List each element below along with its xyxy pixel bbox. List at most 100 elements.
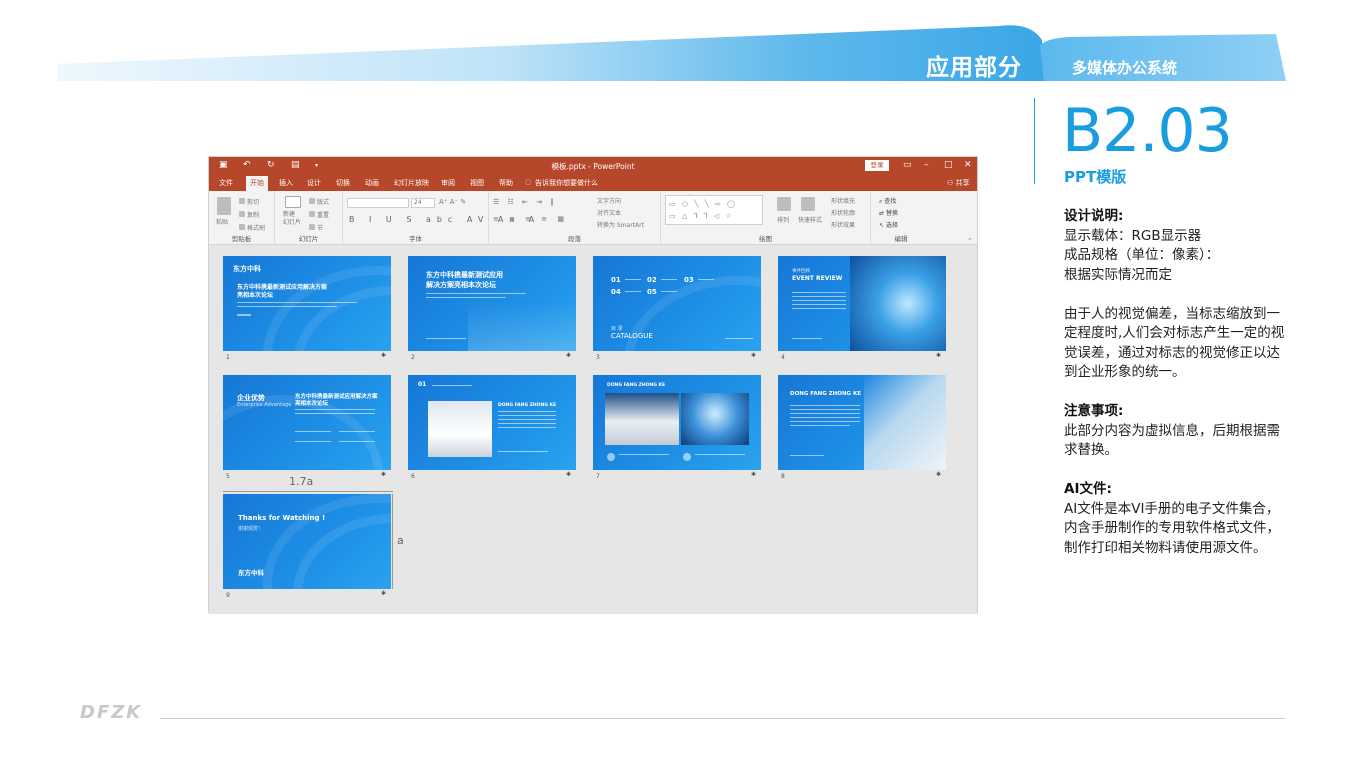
slide-thumbnail-7[interactable]: DONG FANG ZHONG KE (593, 375, 761, 470)
maximize-icon[interactable]: □ (944, 160, 953, 170)
slide-number: 1 (226, 354, 230, 361)
tab-design[interactable]: 设计 (307, 178, 321, 188)
paste-icon[interactable] (217, 197, 231, 215)
shapes-gallery[interactable]: ▭ ○ ╲ ╲ ⇨ ◯ ▭ △ ⅂ ⅂ ◁ ☆ (665, 195, 763, 225)
arrange-icon[interactable] (777, 197, 791, 211)
tab-slideshow[interactable]: 幻灯片放映 (394, 178, 429, 188)
editing-group: ⌕ 查找 ⇄ 替换 ↖ 选择 编辑 (871, 191, 931, 245)
slide-thumbnail-6[interactable]: 01 DONG FANG ZHONG KE (408, 375, 576, 470)
align-icons[interactable]: ≡ ≡ ≡ ≡ ▦ (493, 215, 568, 223)
close-icon[interactable]: ✕ (964, 160, 972, 170)
new-slide-label[interactable]: 新建 幻灯片 (283, 211, 301, 227)
slide-number: 5 (226, 473, 230, 480)
slide-thumbnail-5[interactable]: 企业优势 Enterprise Advantage 东方中科携最新测试应用解决方… (223, 375, 391, 470)
select-button[interactable]: ↖ 选择 (879, 220, 898, 229)
ai-line: AI文件是本VI手册的电子文件集合， (1064, 500, 1280, 517)
font-name-field[interactable] (347, 198, 409, 208)
attention-line: 此部分内容为虚拟信息，后期根据需 (1064, 422, 1280, 439)
ai-line: 制作打印相关物料请使用源文件。 (1064, 539, 1267, 556)
cut-label[interactable]: 剪切 (247, 197, 259, 206)
tab-transitions[interactable]: 切换 (336, 178, 350, 188)
find-label: 查找 (884, 198, 897, 205)
tab-home[interactable]: 开始 (246, 176, 268, 191)
slide-thumbnail-1[interactable]: 东方中科 东方中科携最新测试应用解决方案 亮相本次论坛 (223, 256, 391, 351)
catalogue-item: 05 (647, 288, 657, 296)
quick-styles-icon[interactable] (801, 197, 815, 211)
replace-label: 替换 (885, 210, 898, 217)
section-label[interactable]: 节 (317, 223, 323, 232)
login-button[interactable]: 登录 (865, 160, 889, 171)
smartart-label[interactable]: 转换为 SmartArt (597, 220, 644, 229)
replace-icon: ⇄ (879, 210, 886, 217)
find-button[interactable]: ⌕ 查找 (879, 196, 896, 206)
share-label: 共享 (955, 179, 970, 187)
width-dimension-line (223, 491, 393, 492)
quick-styles-label[interactable]: 快速样式 (798, 215, 822, 224)
reset-icon[interactable] (309, 211, 315, 217)
tab-review[interactable]: 审阅 (441, 178, 455, 188)
slide-title: DONG FANG ZHONG KE (790, 391, 862, 397)
minimize-icon[interactable]: – (924, 160, 929, 170)
slide-thumbnail-3[interactable]: 01 02 03 04 05 目 录 CATALOGUE (593, 256, 761, 351)
catalogue-label: 目 录 (611, 326, 623, 332)
tab-insert[interactable]: 插入 (279, 178, 293, 188)
arrange-label[interactable]: 排列 (777, 215, 789, 224)
tab-file[interactable]: 文件 (219, 178, 233, 188)
slide-title: DONG FANG ZHONG KE (498, 403, 557, 408)
slide-title: Thanks for Watching ! (238, 514, 326, 522)
grow-font-icon[interactable]: A⁺ A⁻ ✎ (439, 198, 466, 206)
notes-panel: 设计说明: 显示载体：RGB显示器 成品规格（单位：像素）： 根据实际情况而定 … (1064, 207, 1314, 558)
attention-line: 求替换。 (1064, 442, 1118, 458)
para-line: 到企业形象的统一。 (1064, 364, 1186, 380)
share-button[interactable]: ⚇ 共享 (947, 178, 970, 188)
width-dimension-label: 1.7a (289, 475, 314, 488)
text-direction-label[interactable]: 文字方向 (597, 196, 621, 205)
tech-image (681, 393, 749, 445)
copy-label[interactable]: 复制 (247, 210, 259, 219)
design-heading: 设计说明: (1064, 208, 1124, 224)
copy-icon[interactable] (239, 211, 245, 217)
slide-thumbnail-9[interactable]: Thanks for Watching ! 谢谢观赏！ 东方中科 (223, 494, 391, 589)
slide-number: 4 (781, 354, 785, 361)
catalogue-item: 01 (611, 276, 621, 284)
paste-label[interactable]: 粘贴 (216, 217, 228, 226)
slide-number: 3 (596, 354, 600, 361)
layout-icon[interactable] (309, 198, 315, 204)
slide-thumbnail-4[interactable]: 事件回顾 EVENT REVIEW (778, 256, 946, 351)
cut-icon[interactable] (239, 198, 245, 204)
para-line: 觉误差，通过对标志的视觉修正以达 (1064, 344, 1280, 361)
slide-thumbnail-8[interactable]: DONG FANG ZHONG KE (778, 375, 946, 470)
slide-title: DONG FANG ZHONG KE (607, 383, 666, 388)
slide-title: 东方中科携最新测试应用 (426, 271, 503, 279)
height-dimension-line (392, 494, 393, 589)
ribbon-options-icon[interactable]: ▭ (903, 160, 912, 170)
slide-number: 8 (781, 473, 785, 480)
section-icon[interactable] (309, 224, 315, 230)
slide-thumbnail-2[interactable]: 东方中科携最新测试应用 解决方案亮相本次论坛 (408, 256, 576, 351)
slide-kicker: 01 (418, 381, 427, 388)
list-icons[interactable]: ☰ ☷ ⇤ ⇥ ‖ (493, 198, 557, 206)
shape-fill-label[interactable]: 形状填充 (831, 196, 855, 205)
tab-help[interactable]: 帮助 (499, 178, 513, 188)
group-label: 段落 (568, 235, 581, 243)
shape-outline-label[interactable]: 形状轮廓 (831, 208, 855, 217)
replace-button[interactable]: ⇄ 替换 (879, 208, 898, 217)
slide-title-2: 解决方案亮相本次论坛 (426, 281, 496, 289)
align-text-label[interactable]: 对齐文本 (597, 208, 621, 217)
group-label: 绘图 (759, 235, 772, 243)
new-slide-icon[interactable] (285, 196, 301, 208)
lightbulb-icon: ◌ (525, 178, 532, 186)
format-painter-label[interactable]: 格式刷 (247, 223, 265, 232)
layout-label[interactable]: 版式 (317, 197, 329, 206)
tab-animations[interactable]: 动画 (365, 178, 379, 188)
reset-label[interactable]: 重置 (317, 210, 329, 219)
shape-effects-label[interactable]: 形状效果 (831, 220, 855, 229)
tell-me-box[interactable]: 告诉我你想要做什么 (535, 178, 598, 188)
keyboard-image (864, 375, 946, 470)
tab-view[interactable]: 视图 (470, 178, 484, 188)
slide-title-2: 亮相本次论坛 (237, 292, 274, 299)
font-size-field[interactable]: 24 (411, 198, 435, 208)
collapse-ribbon-icon[interactable]: ⌃ (967, 237, 973, 245)
catalogue-item: 04 (611, 288, 621, 296)
format-painter-icon[interactable] (239, 224, 245, 230)
